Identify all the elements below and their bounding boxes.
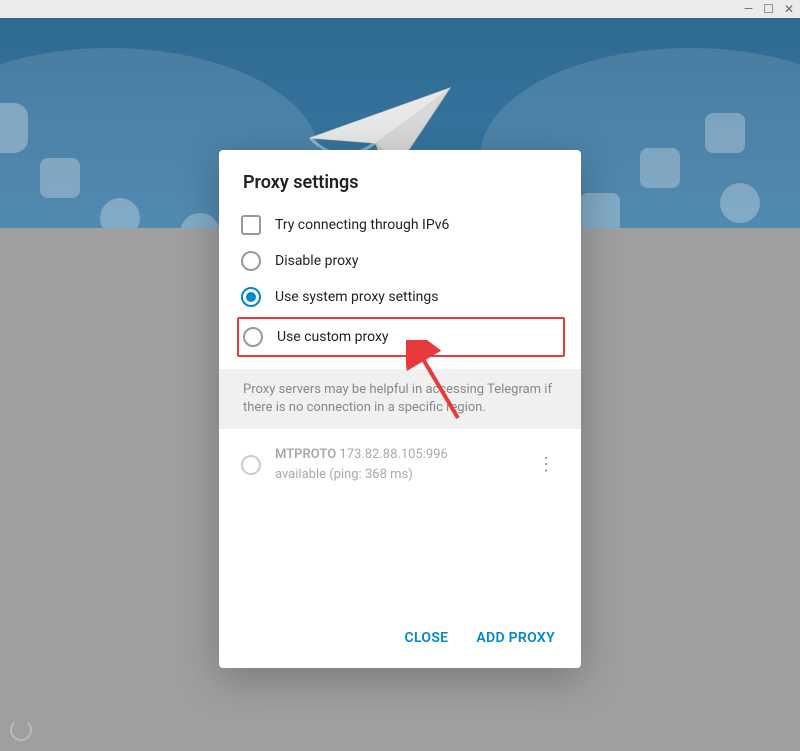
proxy-status: available (ping: 368 ms) <box>275 465 519 485</box>
close-window-button[interactable]: ✕ <box>784 3 794 15</box>
radio-icon[interactable] <box>241 251 261 271</box>
proxy-list-item[interactable]: MTPROTO 173.82.88.105:996 available (pin… <box>219 429 581 500</box>
proxy-details: MTPROTO 173.82.88.105:996 available (pin… <box>275 445 519 484</box>
proxy-options-group: Try connecting through IPv6 Disable prox… <box>219 207 581 369</box>
kebab-menu-icon[interactable]: ⋮ <box>533 452 559 478</box>
video-icon <box>720 183 760 223</box>
option-custom-proxy[interactable]: Use custom proxy <box>239 325 555 349</box>
loading-spinner-icon <box>10 719 32 741</box>
option-disable-proxy[interactable]: Disable proxy <box>241 243 559 279</box>
checkbox-icon[interactable] <box>241 215 261 235</box>
option-label: Disable proxy <box>275 253 358 269</box>
option-system-proxy[interactable]: Use system proxy settings <box>241 279 559 315</box>
radio-icon[interactable] <box>241 455 261 475</box>
maximize-button[interactable]: ☐ <box>763 3 774 15</box>
option-ipv6[interactable]: Try connecting through IPv6 <box>241 207 559 243</box>
dialog-title: Proxy settings <box>219 150 581 207</box>
add-proxy-button[interactable]: ADD PROXY <box>476 630 555 646</box>
lock-icon <box>705 113 745 153</box>
document-icon <box>580 193 620 228</box>
radio-icon[interactable] <box>243 327 263 347</box>
option-label: Use system proxy settings <box>275 289 438 305</box>
proxy-address: 173.82.88.105:996 <box>339 447 447 462</box>
radio-icon[interactable] <box>241 287 261 307</box>
proxy-settings-dialog: Proxy settings Try connecting through IP… <box>219 150 581 668</box>
close-button[interactable]: CLOSE <box>405 630 449 646</box>
option-label: Use custom proxy <box>277 329 389 345</box>
minimize-button[interactable]: — <box>744 3 753 15</box>
option-label: Try connecting through IPv6 <box>275 217 449 233</box>
proxy-protocol: MTPROTO <box>275 447 336 462</box>
music-note-icon <box>40 158 80 198</box>
picture-icon <box>640 148 680 188</box>
decorative-icon <box>0 103 28 153</box>
proxy-info-text: Proxy servers may be helpful in accessin… <box>219 369 581 429</box>
window-titlebar: — ☐ ✕ <box>0 0 800 18</box>
dialog-actions: CLOSE ADD PROXY <box>219 610 581 668</box>
annotation-highlight-box: Use custom proxy <box>237 317 565 357</box>
